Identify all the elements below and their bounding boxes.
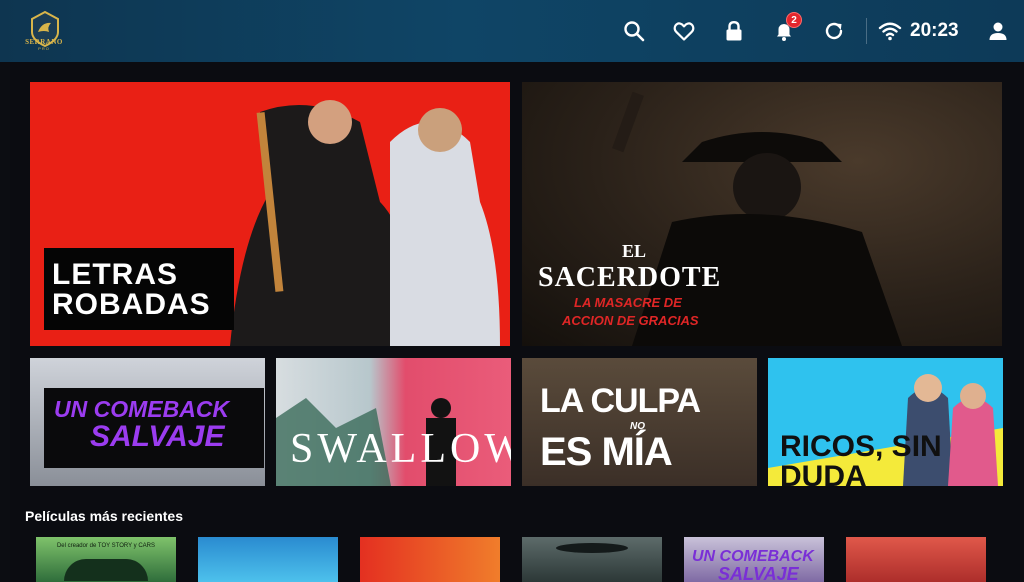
tile-title: SWALLOW <box>290 426 511 472</box>
tile-title-line2: ES MÍA <box>540 430 673 474</box>
poster-tagline: Del creador de TOY STORY y CARS <box>56 543 156 549</box>
heart-icon[interactable] <box>672 19 696 43</box>
featured-title-line1: LETRAS <box>52 258 178 291</box>
poster-art-4 <box>556 543 628 553</box>
tile-la-culpa-no-es-mia[interactable]: LA CULPA NO ES MÍA <box>522 358 757 486</box>
notification-badge: 2 <box>786 12 802 28</box>
search-icon[interactable] <box>622 19 646 43</box>
featured-title-line2: SACERDOTE <box>538 262 722 293</box>
poster-title-line2: SALVAJE <box>718 564 799 582</box>
lock-icon[interactable] <box>722 19 746 43</box>
logo-subtext: PRO <box>38 46 50 51</box>
poster-title-line1: UN COMEBACK <box>692 548 814 565</box>
featured-subtitle-line2: ACCION DE GRACIAS <box>562 313 699 328</box>
poster-5[interactable]: UN COMEBACK SALVAJE <box>684 537 824 582</box>
featured-card-el-sacerdote[interactable]: EL SACERDOTE LA MASACRE DE ACCION DE GRA… <box>522 82 1002 346</box>
tile-ricos-sin-duda[interactable]: RICOS, SIN DUDA <box>768 358 1003 486</box>
top-bar: SERRANO PRO 2 20:23 <box>0 0 1024 62</box>
poster-4[interactable] <box>522 537 662 582</box>
tile-un-comeback-salvaje[interactable]: UN COMEBACK SALVAJE <box>30 358 265 486</box>
poster-2[interactable] <box>198 537 338 582</box>
wifi-icon <box>878 19 902 43</box>
user-icon[interactable] <box>986 19 1010 43</box>
featured-subtitle-line1: LA MASACRE DE <box>574 295 682 310</box>
tile-title: RICOS, SIN DUDA <box>780 430 942 487</box>
poster-6[interactable] <box>846 537 986 582</box>
featured-title-line1: EL <box>622 241 647 261</box>
clock: 20:23 <box>910 20 959 41</box>
section-title-recent-movies: Películas más recientes <box>25 508 183 524</box>
tile-swallow[interactable]: SWALLOW <box>276 358 511 486</box>
featured-card-letras-robadas[interactable]: LETRAS ROBADAS <box>30 82 510 346</box>
tile-title-line2: SALVAJE <box>90 420 225 453</box>
logo-text: SERRANO <box>25 38 63 46</box>
poster-3[interactable] <box>360 537 500 582</box>
featured-title-line2: ROBADAS <box>52 288 211 321</box>
refresh-icon[interactable] <box>822 19 846 43</box>
tile-title-line1: UN COMEBACK <box>54 396 230 422</box>
tile-title-line1: LA CULPA <box>540 382 701 420</box>
poster-art-1 <box>64 559 148 581</box>
poster-1[interactable]: Del creador de TOY STORY y CARS <box>36 537 176 582</box>
topbar-divider <box>866 18 867 44</box>
